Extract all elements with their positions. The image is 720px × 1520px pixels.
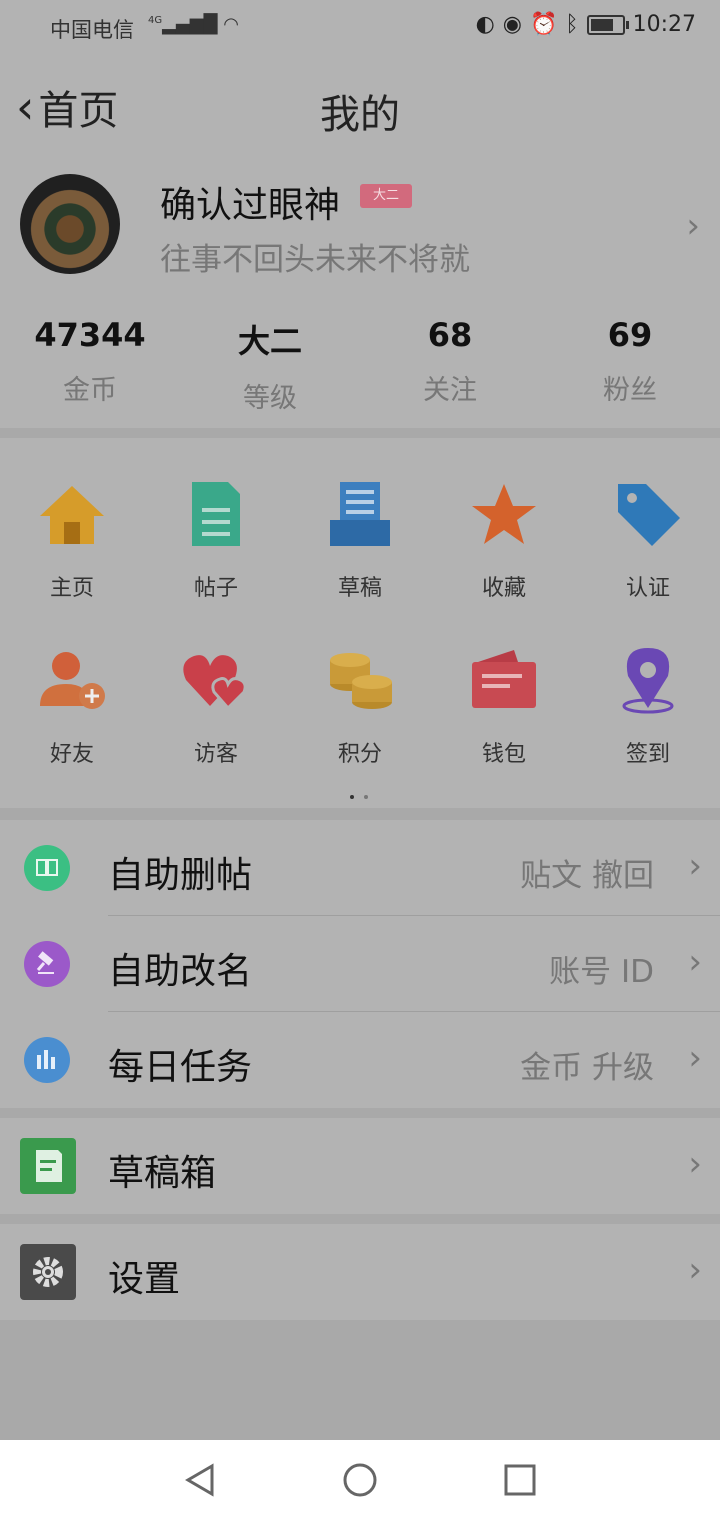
draft-icon xyxy=(324,478,396,550)
stat-followers[interactable]: 69 粉丝 xyxy=(540,316,720,415)
list-group-drafts: 草稿箱 › xyxy=(0,1118,720,1214)
stat-level[interactable]: 大二 等级 xyxy=(180,316,360,415)
chevron-right-icon: › xyxy=(688,846,702,886)
grid-item-wallet[interactable]: 钱包 xyxy=(432,644,576,768)
home-icon xyxy=(36,478,108,550)
clock: 10:27 xyxy=(632,12,696,37)
chevron-right-icon: › xyxy=(688,1038,702,1078)
grid-item-visitors[interactable]: 访客 xyxy=(144,644,288,768)
post-icon xyxy=(180,478,252,550)
grid-item-posts[interactable]: 帖子 xyxy=(144,478,288,602)
grid-item-checkin[interactable]: 签到 xyxy=(576,644,720,768)
grid-item-verify[interactable]: 认证 xyxy=(576,478,720,602)
nav-recents-button[interactable] xyxy=(500,1460,540,1500)
status-bar: 中国电信 4G▂▄▆█ ◠ ◐ ◉ ⏰ ᛒ 10:27 xyxy=(0,0,720,56)
data-saver-icon: ◐ xyxy=(475,12,495,37)
stats-row: 47344 金币 大二 等级 68 关注 69 粉丝 xyxy=(0,316,720,415)
stat-coins[interactable]: 47344 金币 xyxy=(0,316,180,415)
profile-section: 确认过眼神 大二 往事不回头未来不将就 › 47344 金币 大二 等级 68 关注 … xyxy=(0,156,720,428)
nav-home-button[interactable] xyxy=(340,1460,380,1500)
add-friend-icon xyxy=(36,644,108,716)
feature-grid: 主页 帖子 草稿 收藏 认证 好友 访客 积分 钱包 签到 xyxy=(0,438,720,808)
list-item-draft-box[interactable]: 草稿箱 › xyxy=(0,1118,720,1214)
system-nav-bar xyxy=(0,1440,720,1520)
bar-chart-icon xyxy=(24,1037,70,1083)
gavel-icon xyxy=(24,941,70,987)
book-icon xyxy=(24,845,70,891)
coins-icon xyxy=(324,644,396,716)
battery-icon xyxy=(586,14,629,35)
signal-icon: 4G▂▄▆█ ◠ xyxy=(148,14,239,35)
bluetooth-icon: ᛒ xyxy=(565,12,579,37)
draft-box-icon xyxy=(20,1138,76,1194)
avatar[interactable] xyxy=(20,174,120,274)
list-item-daily-tasks[interactable]: 每日任务 金币 升级 › xyxy=(0,1012,720,1108)
carrier-name: 中国电信 xyxy=(50,18,134,42)
gear-icon xyxy=(20,1244,76,1300)
list-group-settings: 设置 › xyxy=(0,1224,720,1320)
grid-item-friends[interactable]: 好友 xyxy=(0,644,144,768)
hearts-icon xyxy=(180,644,252,716)
header-bar: ‹ 首页 我的 xyxy=(0,56,720,156)
list-item-settings[interactable]: 设置 › xyxy=(0,1224,720,1320)
chevron-right-icon: › xyxy=(688,1250,702,1290)
chevron-right-icon: › xyxy=(688,942,702,982)
stat-following[interactable]: 68 关注 xyxy=(360,316,540,415)
list-item-delete-post[interactable]: 自助删帖 贴文 撤回 › xyxy=(0,820,720,916)
signature: 往事不回头未来不将就 xyxy=(160,242,470,278)
star-icon xyxy=(468,478,540,550)
page-indicator xyxy=(350,784,378,803)
level-badge: 大二 xyxy=(360,184,412,208)
list-group-tools: 自助删帖 贴文 撤回 › 自助改名 账号 ID › 每日任务 金币 升级 › xyxy=(0,820,720,1108)
location-pin-icon xyxy=(612,644,684,716)
alarm-icon: ⏰ xyxy=(529,12,558,37)
eye-icon: ◉ xyxy=(502,12,522,37)
wifi-icon: ◠ xyxy=(223,14,239,35)
chevron-right-icon: › xyxy=(688,1144,702,1184)
nav-back-button[interactable] xyxy=(180,1460,220,1500)
list-item-rename[interactable]: 自助改名 账号 ID › xyxy=(0,916,720,1012)
grid-item-home[interactable]: 主页 xyxy=(0,478,144,602)
username[interactable]: 确认过眼神 xyxy=(160,176,340,228)
page-title: 我的 xyxy=(320,92,400,138)
chevron-right-icon[interactable]: › xyxy=(686,206,700,246)
grid-item-favorites[interactable]: 收藏 xyxy=(432,478,576,602)
tag-icon xyxy=(612,478,684,550)
grid-item-drafts[interactable]: 草稿 xyxy=(288,478,432,602)
grid-item-points[interactable]: 积分 xyxy=(288,644,432,768)
wallet-icon xyxy=(468,644,540,716)
